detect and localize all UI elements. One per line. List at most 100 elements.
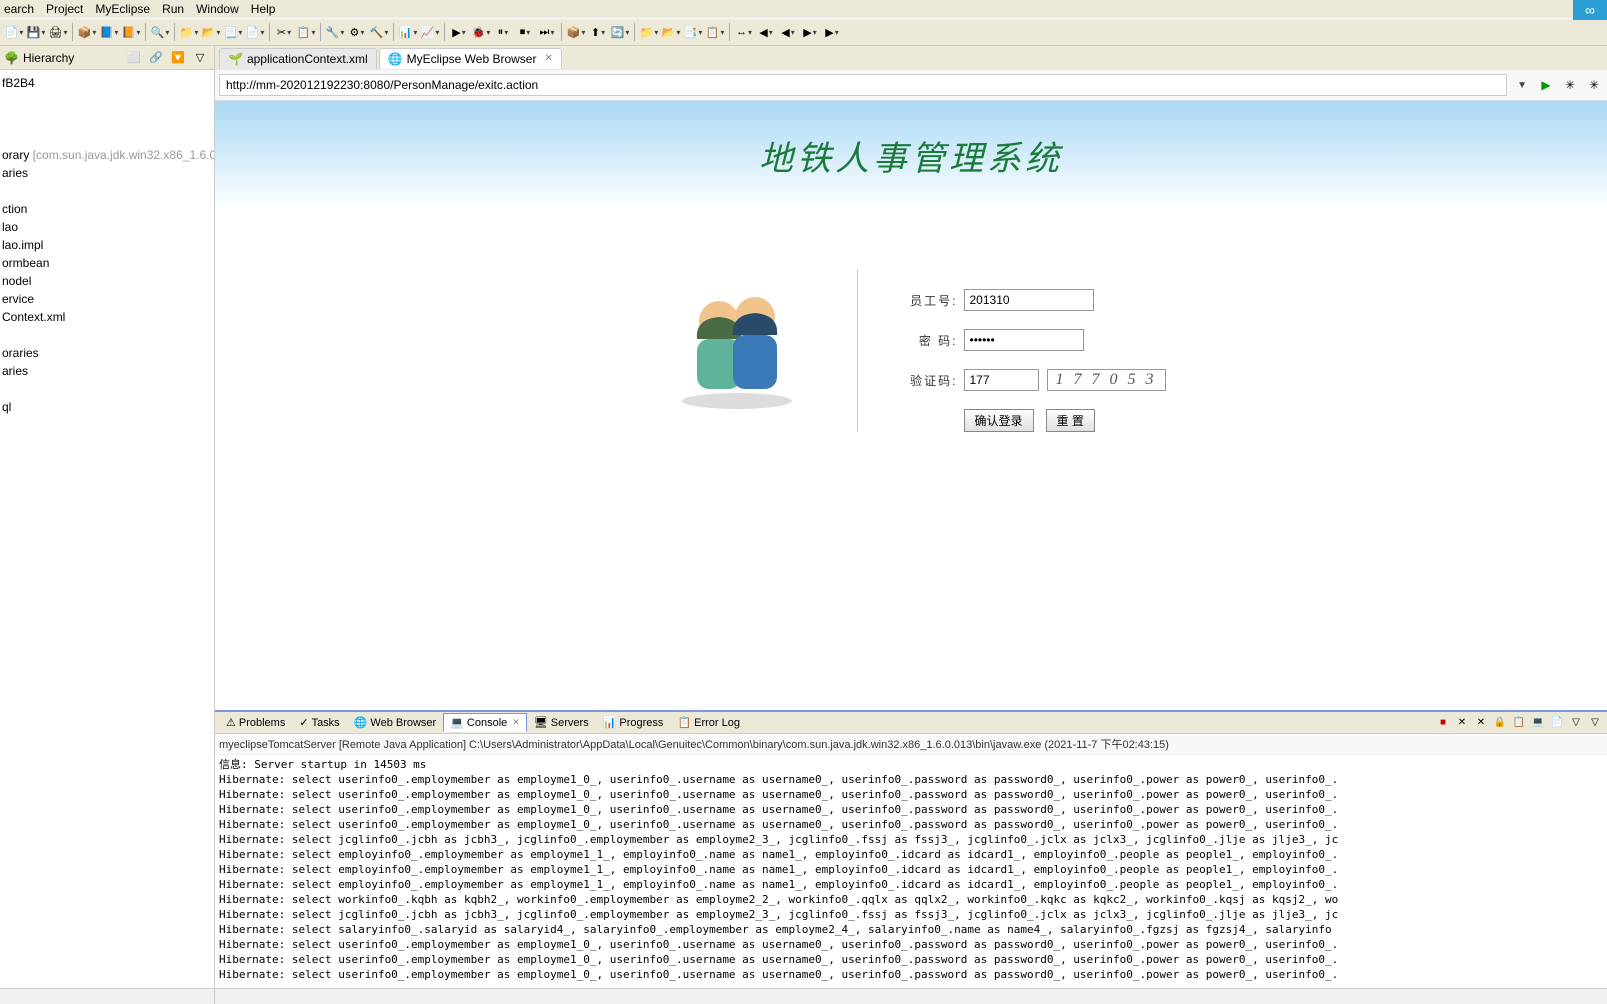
toolbar-btn-7-1[interactable]: 🐞 xyxy=(471,22,491,42)
left-act-1[interactable]: ⬜ xyxy=(124,48,144,68)
toolbar-btn-7-2[interactable]: ⏸ xyxy=(493,22,513,42)
toolbar-btn-7-0[interactable]: ▶ xyxy=(449,22,469,42)
tree-item[interactable] xyxy=(2,110,212,128)
toolbar-btn-9-2[interactable]: 📑 xyxy=(683,22,703,42)
toolbar-btn-6-0[interactable]: 📊 xyxy=(398,22,418,42)
console-action-3[interactable]: 🔒 xyxy=(1492,715,1508,731)
menu-help[interactable]: Help xyxy=(251,2,276,16)
toolbar-btn-9-0[interactable]: 📁 xyxy=(639,22,659,42)
toolbar-btn-0-1[interactable]: 💾 xyxy=(26,22,46,42)
toolbar-btn-10-2[interactable]: ◀ xyxy=(778,22,798,42)
tree-item[interactable]: ction xyxy=(2,200,212,218)
tree-item[interactable] xyxy=(2,380,212,398)
url-input[interactable] xyxy=(219,74,1507,96)
toolbar-btn-7-4[interactable]: ⏭ xyxy=(537,22,557,42)
url-dropdown-icon[interactable]: ▼ xyxy=(1513,80,1531,91)
bottom-tab-problems[interactable]: ⚠Problems xyxy=(219,713,292,732)
toolbar-btn-5-1[interactable]: ⚙ xyxy=(347,22,367,42)
toolbar-btn-3-0[interactable]: 📁 xyxy=(179,22,199,42)
tree-item[interactable]: orary [com.sun.java.jdk.win32.x86_1.6.0.… xyxy=(2,146,212,164)
tree-item[interactable]: aries xyxy=(2,362,212,380)
toolbar-btn-3-3[interactable]: 📄 xyxy=(245,22,265,42)
editor-tab-1[interactable]: 🌐MyEclipse Web Browser✕ xyxy=(379,48,562,69)
toolbar-btn-10-1[interactable]: ◀ xyxy=(756,22,776,42)
toolbar-btn-4-1[interactable]: 📋 xyxy=(296,22,316,42)
menu-run[interactable]: Run xyxy=(162,2,184,16)
go-icon[interactable]: ▶ xyxy=(1537,76,1555,94)
toolbar-btn-10-4[interactable]: ▶ xyxy=(822,22,842,42)
toolbar-btn-7-3[interactable]: ⏹ xyxy=(515,22,535,42)
tree-item[interactable]: ql xyxy=(2,398,212,416)
toolbar-btn-10-0[interactable]: ↔ xyxy=(734,22,754,42)
tree-item[interactable] xyxy=(2,92,212,110)
hierarchy-tab[interactable]: 🌳 Hierarchy xyxy=(4,51,74,65)
tree-item[interactable]: ervice xyxy=(2,290,212,308)
tree-item[interactable]: lao xyxy=(2,218,212,236)
menu-search[interactable]: earch xyxy=(4,2,34,16)
toolbar-btn-10-3[interactable]: ▶ xyxy=(800,22,820,42)
reset-button[interactable]: 重 置 xyxy=(1046,409,1095,432)
toolbar-btn-1-2[interactable]: 📙 xyxy=(121,22,141,42)
hierarchy-tree[interactable]: fB2B4 orary [com.sun.java.jdk.win32.x86_… xyxy=(0,70,214,988)
toolbar-btn-2-0[interactable]: 🔍 xyxy=(150,22,170,42)
toolbar-btn-5-0[interactable]: 🔧 xyxy=(325,22,345,42)
login-button[interactable]: 确认登录 xyxy=(964,409,1034,432)
refresh-icon[interactable]: ✳ xyxy=(1561,76,1579,94)
toolbar-btn-1-0[interactable]: 📦 xyxy=(77,22,97,42)
toolbar-btn-5-2[interactable]: 🔨 xyxy=(369,22,389,42)
tree-item[interactable]: lao.impl xyxy=(2,236,212,254)
bottom-tab-servers[interactable]: 🖥Servers xyxy=(527,713,596,732)
left-act-3[interactable]: 🔽 xyxy=(168,48,188,68)
bottom-tab-console[interactable]: 💻Console✕ xyxy=(443,713,527,732)
bottom-scrollbar[interactable] xyxy=(215,988,1607,1004)
toolbar-btn-8-0[interactable]: 📦 xyxy=(566,22,586,42)
captcha-image[interactable]: 1 7 7 0 5 3 xyxy=(1047,369,1166,391)
toolbar-btn-9-1[interactable]: 📂 xyxy=(661,22,681,42)
menu-myeclipse[interactable]: MyEclipse xyxy=(95,2,150,16)
stop-icon[interactable]: ✳ xyxy=(1585,76,1603,94)
close-icon[interactable]: ✕ xyxy=(544,53,552,64)
tree-item[interactable]: ormbean xyxy=(2,254,212,272)
console-action-7[interactable]: ▽ xyxy=(1568,715,1584,731)
left-act-4[interactable]: ▽ xyxy=(190,48,210,68)
console-content[interactable]: 信息: Server startup in 14503 msHibernate:… xyxy=(215,755,1607,988)
tree-item[interactable] xyxy=(2,182,212,200)
console-action-1[interactable]: ✕ xyxy=(1454,715,1470,731)
tree-item[interactable]: fB2B4 xyxy=(2,74,212,92)
tree-item[interactable]: aries xyxy=(2,164,212,182)
toolbar-btn-0-0[interactable]: 📄 xyxy=(4,22,24,42)
bottom-tab-web-browser[interactable]: 🌐Web Browser xyxy=(347,713,444,732)
toolbar-btn-9-3[interactable]: 📋 xyxy=(705,22,725,42)
tree-item[interactable] xyxy=(2,326,212,344)
toolbar-btn-8-2[interactable]: 🔄 xyxy=(610,22,630,42)
console-action-2[interactable]: ✕ xyxy=(1473,715,1489,731)
console-action-6[interactable]: 📄 xyxy=(1549,715,1565,731)
toolbar-btn-0-2[interactable]: 🖨 xyxy=(48,22,68,42)
toolbar-btn-6-1[interactable]: 📈 xyxy=(420,22,440,42)
pwd-input[interactable] xyxy=(964,329,1084,351)
captcha-input[interactable] xyxy=(964,369,1039,391)
toolbar-btn-3-1[interactable]: 📂 xyxy=(201,22,221,42)
tree-item[interactable]: oraries xyxy=(2,344,212,362)
editor-tab-0[interactable]: 🌱applicationContext.xml xyxy=(219,48,377,69)
console-action-8[interactable]: ▽ xyxy=(1587,715,1603,731)
toolbar-btn-4-0[interactable]: ✂ xyxy=(274,22,294,42)
tree-item[interactable]: nodel xyxy=(2,272,212,290)
tree-item[interactable] xyxy=(2,128,212,146)
console-action-0[interactable]: ■ xyxy=(1435,715,1451,731)
left-scrollbar[interactable] xyxy=(0,988,214,1004)
bottom-tab-error-log[interactable]: 📋Error Log xyxy=(670,713,747,732)
left-act-2[interactable]: 🔗 xyxy=(146,48,166,68)
emp-input[interactable] xyxy=(964,289,1094,311)
bottom-tab-progress[interactable]: 📊Progress xyxy=(596,713,671,732)
corner-badge-icon[interactable]: ∞ xyxy=(1573,0,1607,20)
close-icon[interactable]: ✕ xyxy=(512,717,520,728)
console-action-4[interactable]: 📋 xyxy=(1511,715,1527,731)
tree-item[interactable]: Context.xml xyxy=(2,308,212,326)
console-action-5[interactable]: 💻 xyxy=(1530,715,1546,731)
toolbar-btn-8-1[interactable]: ⬆ xyxy=(588,22,608,42)
toolbar-btn-1-1[interactable]: 📘 xyxy=(99,22,119,42)
menu-project[interactable]: Project xyxy=(46,2,83,16)
menu-window[interactable]: Window xyxy=(196,2,239,16)
bottom-tab-tasks[interactable]: ✓Tasks xyxy=(292,713,346,732)
